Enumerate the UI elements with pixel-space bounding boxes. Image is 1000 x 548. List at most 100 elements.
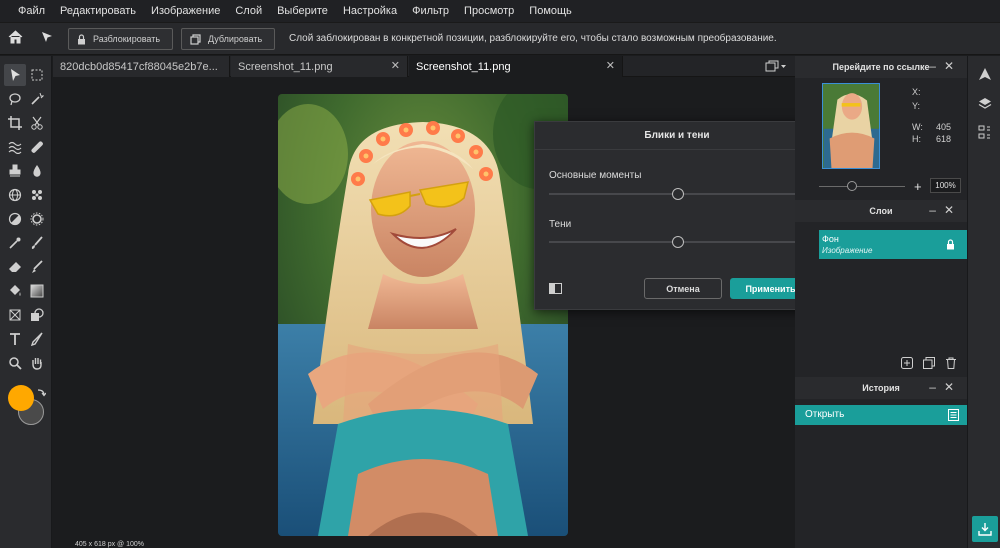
eyedropper-tool[interactable] (4, 232, 26, 254)
zoom-tool[interactable] (4, 352, 26, 374)
tab-document-2[interactable]: Screenshot_11.png ✕ (231, 56, 408, 77)
globe-tool[interactable] (4, 184, 26, 206)
lock-message: Слой заблокирован в конкретной позиции, … (289, 33, 777, 44)
tab-label: 820dcb0d85417cf88045e2b7e... (60, 60, 218, 73)
text-tool[interactable] (4, 328, 26, 350)
transform-tool[interactable] (4, 304, 26, 326)
eraser-tool[interactable] (4, 256, 26, 278)
lasso-tool[interactable] (4, 88, 26, 110)
document-tabs: 820dcb0d85417cf88045e2b7e... Screenshot_… (53, 56, 795, 77)
liquify-tool[interactable] (4, 136, 26, 158)
panel-controls[interactable]: –✕ (929, 59, 962, 73)
panel-controls[interactable]: –✕ (929, 203, 962, 217)
move-tool[interactable] (4, 64, 26, 86)
y-label: Y: (912, 101, 921, 111)
h-value: 618 (936, 134, 952, 144)
home-icon[interactable] (8, 30, 23, 44)
hand-tool[interactable] (26, 352, 48, 374)
history-icon[interactable] (978, 125, 992, 139)
cancel-label: Отмена (666, 283, 700, 294)
menu-select[interactable]: Выберите (277, 5, 328, 17)
close-icon[interactable]: ✕ (606, 59, 615, 72)
navigator-title: Перейдите по ссылке (832, 62, 930, 72)
tab-document-3[interactable]: Screenshot_11.png ✕ (409, 56, 623, 77)
panel-controls[interactable]: –✕ (929, 380, 962, 394)
unlock-button[interactable]: Разблокировать (68, 28, 173, 50)
right-panel: Перейдите по ссылке –✕ X: Y: W: 405 H: 6… (795, 56, 967, 548)
menu-adjust[interactable]: Настройка (343, 5, 397, 17)
brush-tool[interactable] (26, 232, 48, 254)
shadows-slider-thumb[interactable] (672, 236, 684, 248)
navigator-icon[interactable] (978, 67, 992, 81)
h-label: H: (912, 134, 921, 144)
layer-row[interactable]: Фон Изображение (819, 230, 967, 259)
compare-icon[interactable] (549, 283, 562, 294)
navigator-thumbnail[interactable] (822, 83, 880, 169)
options-bar: Разблокировать Дублировать Слой заблокир… (0, 22, 1000, 55)
magic-wand-tool[interactable] (26, 88, 48, 110)
history-item-label: Открыть (805, 409, 845, 420)
arrange-windows-icon[interactable] (765, 60, 787, 72)
highlights-slider-thumb[interactable] (672, 188, 684, 200)
menu-help[interactable]: Помощь (529, 5, 572, 17)
crop-tool[interactable] (4, 112, 26, 134)
shape-tool[interactable] (26, 304, 48, 326)
menu-view[interactable]: Просмотр (464, 5, 514, 17)
gradient-tool[interactable] (26, 280, 48, 302)
x-label: X: (912, 87, 921, 97)
document-image[interactable] (278, 94, 568, 536)
pencil-brush-tool[interactable] (26, 256, 48, 278)
delete-layer-icon[interactable] (945, 357, 957, 369)
status-bar (53, 540, 795, 548)
download-icon (978, 522, 992, 536)
menu-filter[interactable]: Фильтр (412, 5, 449, 17)
marquee-tool[interactable] (26, 64, 48, 86)
swap-colors-icon[interactable] (36, 387, 46, 397)
cancel-button[interactable]: Отмена (644, 278, 722, 299)
zoom-slider-thumb[interactable] (847, 181, 857, 191)
foreground-color-swatch[interactable] (8, 385, 34, 411)
duplicate-layer-icon[interactable] (923, 357, 935, 369)
pen-tool[interactable] (26, 328, 48, 350)
lock-icon[interactable] (946, 239, 955, 250)
tab-document-1[interactable]: 820dcb0d85417cf88045e2b7e... (53, 56, 230, 77)
right-icon-strip (967, 56, 1000, 548)
new-layer-icon[interactable] (901, 357, 913, 369)
history-item[interactable]: Открыть (795, 405, 967, 425)
export-button[interactable] (972, 516, 998, 542)
unlock-label: Разблокировать (93, 34, 161, 44)
sponge-tool[interactable] (26, 184, 48, 206)
sharpen-tool[interactable] (26, 208, 48, 230)
w-label: W: (912, 122, 923, 132)
tab-label: Screenshot_11.png (238, 60, 333, 73)
w-value: 405 (936, 122, 952, 132)
close-icon[interactable]: ✕ (391, 59, 400, 72)
zoom-input[interactable]: 100% (930, 178, 961, 193)
highlights-label: Основные моменты (549, 170, 642, 181)
duplicate-label: Дублировать (208, 34, 263, 44)
layers-header: Слои –✕ (795, 200, 967, 222)
layers-icon[interactable] (978, 96, 992, 110)
move-tool-icon[interactable] (40, 30, 54, 44)
clone-stamp-tool[interactable] (4, 160, 26, 182)
dodge-tool[interactable] (4, 208, 26, 230)
shadows-label: Тени (549, 219, 572, 230)
menu-edit[interactable]: Редактировать (60, 5, 136, 17)
history-header: История –✕ (795, 377, 967, 399)
layer-type: Изображение (822, 246, 873, 255)
zoom-in-icon[interactable]: + (914, 179, 922, 194)
duplicate-button[interactable]: Дублировать (181, 28, 275, 50)
scissors-tool[interactable] (26, 112, 48, 134)
zoom-slider[interactable] (819, 186, 905, 187)
history-entry-icon (948, 409, 959, 421)
layers-title: Слои (869, 206, 893, 216)
menu-file[interactable]: Файл (18, 5, 45, 17)
healing-tool[interactable] (26, 136, 48, 158)
toolbox (0, 56, 52, 548)
menu-layer[interactable]: Слой (235, 5, 262, 17)
menu-bar: Файл Редактировать Изображение Слой Выбе… (0, 0, 1000, 22)
paint-bucket-tool[interactable] (4, 280, 26, 302)
menu-image[interactable]: Изображение (151, 5, 220, 17)
blur-tool[interactable] (26, 160, 48, 182)
dialog-header: Блики и тени (535, 122, 819, 150)
